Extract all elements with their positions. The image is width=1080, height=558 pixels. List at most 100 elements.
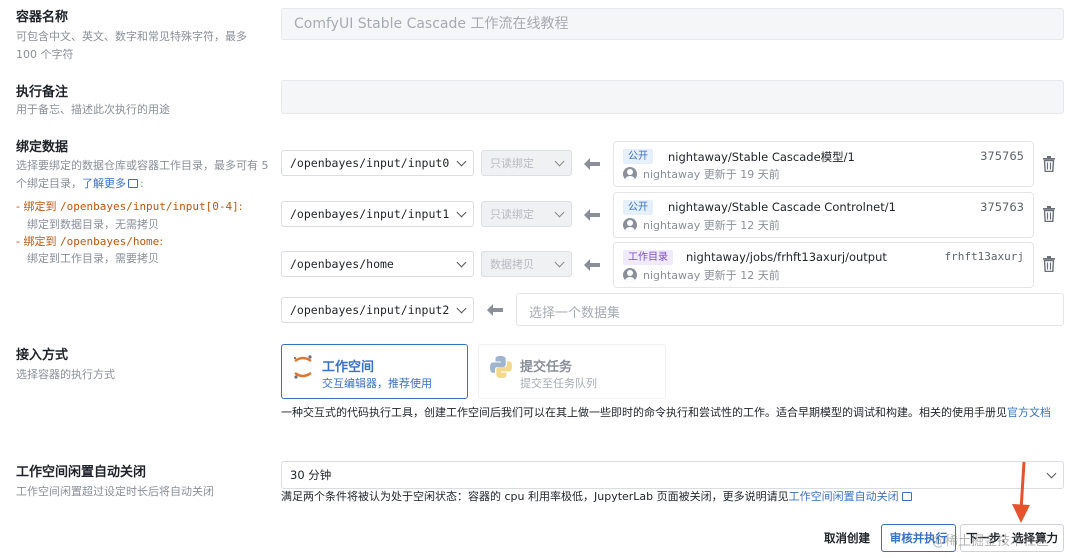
bind-path-select-1[interactable]: /openbayes/input/input0	[281, 150, 474, 176]
bind-rule-1: - 绑定到 /openbayes/input/input[0-4]:	[16, 198, 278, 216]
idle-desc: 工作空间闲置超过设定时长后将自动关闭	[16, 485, 214, 498]
dataset-updated-3: 更新于 12 天前	[703, 269, 780, 282]
container-name-title: 容器名称	[16, 10, 69, 25]
dataset-card-1[interactable]: 公开 nightaway/Stable Cascade模型/1 375765 n…	[613, 141, 1034, 187]
dataset-id-1: 375765	[980, 149, 1024, 163]
dataset-card-2[interactable]: 公开 nightaway/Stable Cascade Controlnet/1…	[613, 192, 1034, 238]
bind-rule-2: - 绑定到 /openbayes/home:	[16, 233, 278, 251]
chevron-down-icon	[554, 207, 565, 217]
access-option-workspace-sub: 交互编辑器，推荐使用	[322, 377, 432, 390]
bind-path-value-1: /openbayes/input/input0	[290, 156, 450, 170]
chevron-down-icon	[456, 156, 467, 166]
dataset-meta-2: nightaway 更新于 12 天前	[623, 217, 780, 233]
chevron-down-icon	[554, 156, 565, 166]
access-option-task[interactable]: 提交任务 提交至任务队列	[478, 344, 666, 399]
bind-mode-select-2[interactable]: 只读绑定	[481, 201, 572, 227]
avatar	[623, 268, 637, 282]
official-docs-link[interactable]: 官方文档	[1007, 406, 1051, 419]
access-long-desc: 一种交互式的代码执行工具，创建工作空间后我们可以在其上做一些即时的命令执行和尝试…	[281, 404, 1063, 422]
exec-note-desc: 用于备忘、描述此次执行的用途	[16, 103, 170, 116]
bind-data-colon: :	[140, 177, 144, 190]
annotation-arrow	[1010, 460, 1034, 524]
chevron-down-icon	[456, 257, 467, 267]
bind-mode-select-1[interactable]: 只读绑定	[481, 150, 572, 176]
arrow-left-icon	[584, 209, 600, 221]
dataset-name-1[interactable]: nightaway/Stable Cascade模型/1	[668, 149, 855, 165]
dataset-card-3[interactable]: 工作目录 nightaway/jobs/frhft13axurj/output …	[613, 242, 1034, 288]
arrow-left-icon	[487, 304, 503, 316]
idle-doc-link[interactable]: 工作空间闲置自动关闭	[789, 490, 899, 503]
bind-rule-2-path: /openbayes/home	[59, 235, 160, 248]
watermark: @稀土掘金技术社区	[932, 534, 1050, 549]
bind-path-select-3[interactable]: /openbayes/home	[281, 251, 474, 277]
cancel-button[interactable]: 取消创建	[815, 524, 879, 552]
idle-timeout-select[interactable]: 30 分钟	[281, 461, 1064, 489]
dataset-user-1: nightaway	[643, 167, 701, 181]
bind-path-value-3: /openbayes/home	[290, 257, 394, 271]
access-option-task-title: 提交任务	[520, 360, 573, 375]
chevron-down-icon	[1046, 468, 1057, 478]
avatar	[623, 218, 637, 232]
container-name-input[interactable]: ComfyUI Stable Cascade 工作流在线教程	[281, 8, 1064, 40]
dataset-name-3[interactable]: nightaway/jobs/frhft13axurj/output	[686, 250, 887, 264]
access-option-workspace[interactable]: 工作空间 交互编辑器，推荐使用	[281, 344, 468, 399]
container-name-value: ComfyUI Stable Cascade 工作流在线教程	[294, 16, 569, 32]
chevron-down-icon	[456, 303, 467, 313]
bind-mode-value-2: 只读绑定	[490, 208, 534, 221]
bind-rule-2-prefix: - 绑定到	[16, 235, 60, 248]
bind-data-desc: 选择要绑定的数据仓库或容器工作目录，最多可有 5 个绑定目录，了解更多:	[16, 157, 272, 193]
bind-rule-1-desc: 绑定到数据目录，无需拷贝	[27, 218, 159, 231]
idle-title: 工作空间闲置自动关闭	[16, 465, 147, 480]
external-link-icon[interactable]	[901, 492, 912, 501]
bind-path-select-4[interactable]: /openbayes/input/input2	[281, 297, 474, 323]
dataset-updated-2: 更新于 12 天前	[703, 219, 780, 232]
bind-mode-value-1: 只读绑定	[490, 157, 534, 170]
jupyter-icon	[292, 354, 314, 380]
bind-path-select-2[interactable]: /openbayes/input/input1	[281, 201, 474, 227]
chevron-down-icon	[554, 257, 565, 267]
dataset-picker-placeholder: 选择一个数据集	[529, 306, 621, 321]
dataset-picker[interactable]: 选择一个数据集	[516, 293, 1064, 326]
exec-note-input[interactable]	[281, 80, 1064, 114]
access-desc: 选择容器的执行方式	[16, 368, 115, 381]
idle-note: 满足两个条件将被认为处于空闲状态：容器的 cpu 利用率极低，JupyterLa…	[281, 489, 912, 505]
dataset-meta-3: nightaway 更新于 12 天前	[623, 267, 780, 283]
trash-icon[interactable]	[1042, 156, 1056, 173]
bind-path-value-4: /openbayes/input/input2	[290, 303, 450, 317]
bind-rule-1-colon: :	[238, 200, 243, 213]
idle-note-text: 满足两个条件将被认为处于空闲状态：容器的 cpu 利用率极低，JupyterLa…	[281, 490, 789, 503]
chevron-down-icon	[456, 207, 467, 217]
exec-note-title: 执行备注	[16, 85, 69, 100]
bind-path-value-2: /openbayes/input/input1	[290, 207, 450, 221]
workdir-badge: 工作目录	[623, 250, 673, 265]
bind-rule-1-prefix: - 绑定到	[16, 200, 60, 213]
bind-mode-value-3: 数据拷贝	[490, 258, 534, 271]
python-icon	[488, 354, 514, 380]
trash-icon[interactable]	[1042, 206, 1056, 223]
container-name-desc: 可包含中文、英文、数字和常见特殊字符，最多 100 个字符	[16, 30, 247, 61]
avatar	[623, 167, 637, 181]
bind-rule-2-desc: 绑定到工作目录，需要拷贝	[27, 252, 159, 265]
arrow-left-icon	[584, 158, 600, 170]
access-long-desc-text: 一种交互式的代码执行工具，创建工作空间后我们可以在其上做一些即时的命令执行和尝试…	[281, 406, 1007, 419]
dataset-id-2: 375763	[980, 200, 1024, 214]
bind-data-title: 绑定数据	[16, 140, 69, 155]
trash-icon[interactable]	[1042, 256, 1056, 273]
dataset-user-2: nightaway	[643, 218, 701, 232]
access-option-task-sub: 提交至任务队列	[520, 377, 597, 390]
bind-mode-select-3[interactable]: 数据拷贝	[481, 251, 572, 277]
arrow-left-icon	[584, 259, 600, 271]
public-badge: 公开	[623, 200, 653, 215]
external-link-icon[interactable]	[128, 179, 138, 188]
dataset-updated-1: 更新于 19 天前	[703, 168, 780, 181]
access-title: 接入方式	[16, 348, 69, 363]
dataset-meta-1: nightaway 更新于 19 天前	[623, 166, 780, 182]
bind-rule-1-path: /openbayes/input/input[0-4]	[59, 200, 239, 213]
bind-rule-2-colon: :	[159, 235, 164, 248]
dataset-id-3: frhft13axurj	[944, 250, 1024, 263]
idle-timeout-value: 30 分钟	[290, 468, 332, 482]
public-badge: 公开	[623, 149, 653, 164]
access-option-workspace-title: 工作空间	[322, 360, 375, 375]
dataset-name-2[interactable]: nightaway/Stable Cascade Controlnet/1	[668, 200, 896, 214]
learn-more-link[interactable]: 了解更多	[82, 177, 126, 190]
